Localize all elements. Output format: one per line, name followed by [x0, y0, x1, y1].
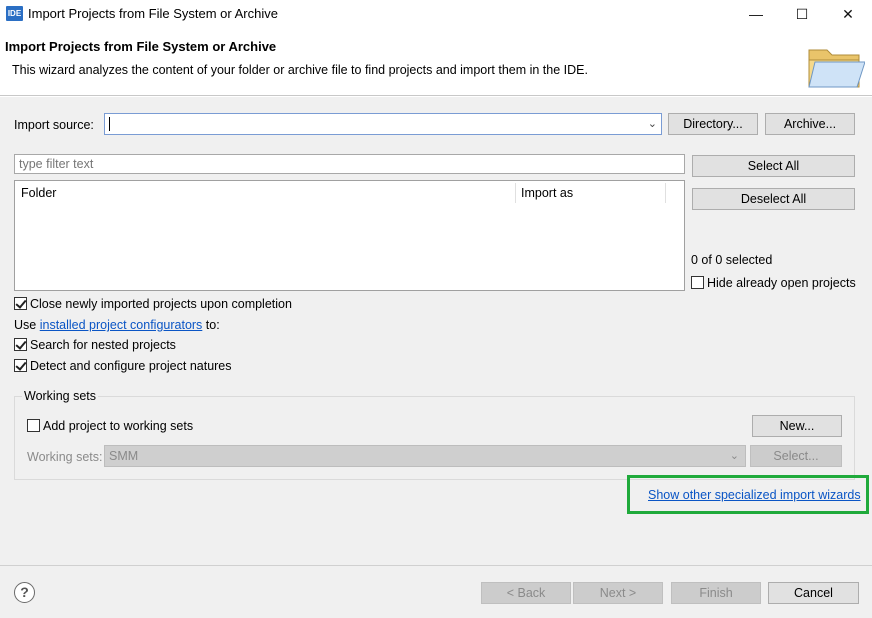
hide-open-projects-label[interactable]: Hide already open projects [707, 276, 856, 290]
page-description: This wizard analyzes the content of your… [12, 63, 588, 77]
selection-status: 0 of 0 selected [691, 253, 773, 267]
use-prefix: Use [14, 318, 37, 332]
search-nested-label[interactable]: Search for nested projects [30, 338, 176, 352]
detect-natures-label[interactable]: Detect and configure project natures [30, 359, 232, 373]
hide-open-projects-checkbox[interactable] [691, 276, 704, 289]
deselect-all-button[interactable]: Deselect All [692, 188, 855, 210]
back-button[interactable]: < Back [481, 582, 571, 604]
app-icon: IDE [6, 6, 23, 21]
close-button[interactable]: ✕ [825, 0, 871, 28]
select-all-button[interactable]: Select All [692, 155, 855, 177]
minimize-button[interactable]: — [733, 0, 779, 28]
close-imported-checkbox[interactable] [14, 297, 27, 310]
import-source-combo[interactable]: ⌄ [104, 113, 662, 135]
page-title: Import Projects from File System or Arch… [5, 39, 277, 54]
column-header-folder[interactable]: Folder [15, 181, 515, 205]
chevron-down-icon[interactable]: ⌄ [730, 449, 739, 462]
folder-icon [808, 49, 865, 88]
filter-placeholder: type filter text [19, 157, 94, 171]
wizard-header: Import Projects from File System or Arch… [0, 28, 872, 96]
select-working-set-button[interactable]: Select... [750, 445, 842, 467]
help-icon[interactable]: ? [14, 582, 35, 603]
configurators-link[interactable]: installed project configurators [40, 318, 203, 332]
search-nested-checkbox[interactable] [14, 338, 27, 351]
new-working-set-button[interactable]: New... [752, 415, 842, 437]
working-sets-combo[interactable]: SMM ⌄ [104, 445, 746, 467]
import-source-label: Import source: [14, 118, 94, 132]
directory-button[interactable]: Directory... [668, 113, 758, 135]
chevron-down-icon[interactable]: ⌄ [648, 117, 657, 130]
text-caret [109, 117, 110, 131]
column-divider[interactable] [665, 183, 666, 203]
window-title: Import Projects from File System or Arch… [28, 6, 278, 21]
finish-button[interactable]: Finish [671, 582, 761, 604]
projects-table[interactable]: Folder Import as [14, 180, 685, 291]
add-to-working-sets-label[interactable]: Add project to working sets [43, 419, 193, 433]
add-to-working-sets-checkbox[interactable] [27, 419, 40, 432]
working-sets-legend: Working sets [22, 389, 99, 403]
next-button[interactable]: Next > [573, 582, 663, 604]
detect-natures-checkbox[interactable] [14, 359, 27, 372]
working-sets-group [14, 396, 855, 480]
working-sets-value: SMM [109, 449, 139, 463]
close-imported-label[interactable]: Close newly imported projects upon compl… [30, 297, 292, 311]
maximize-button[interactable]: ☐ [779, 0, 825, 28]
filter-input[interactable]: type filter text [14, 154, 685, 174]
other-wizards-link[interactable]: Show other specialized import wizards [648, 488, 861, 502]
cancel-button[interactable]: Cancel [768, 582, 859, 604]
working-sets-label: Working sets: [27, 450, 103, 464]
use-suffix: to: [205, 318, 220, 332]
column-header-import-as[interactable]: Import as [515, 181, 665, 205]
archive-button[interactable]: Archive... [765, 113, 855, 135]
title-bar: IDE Import Projects from File System or … [0, 0, 872, 28]
configurators-line: Use installed project configurators to: [14, 318, 220, 332]
